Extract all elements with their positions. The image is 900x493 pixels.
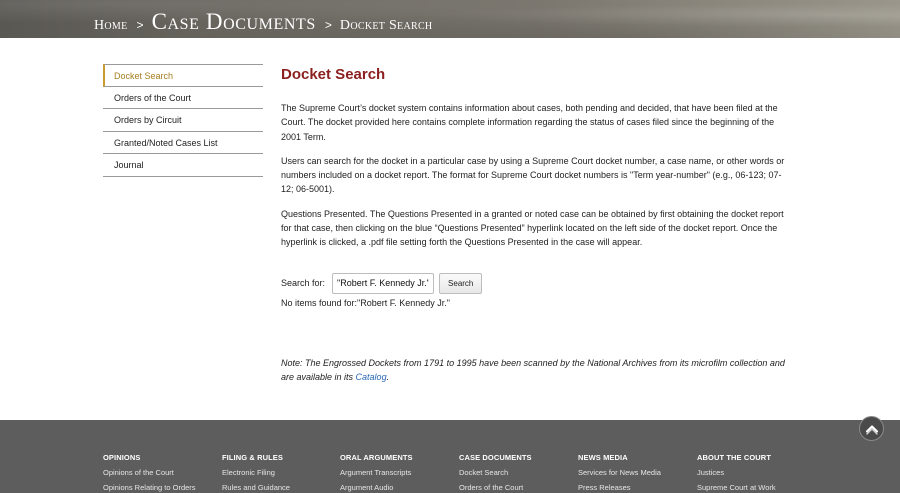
breadcrumb-current: Docket Search [339, 18, 433, 33]
sidebar-item-orders-of-the-court[interactable]: Orders of the Court [103, 87, 263, 109]
footer-heading[interactable]: ORAL ARGUMENTS [340, 453, 413, 462]
footer-column-about-the-court: ABOUT THE COURT Justices Supreme Court a… [697, 453, 776, 492]
catalog-link[interactable]: Catalog [356, 372, 387, 382]
footer-link[interactable]: Opinions of the Court [103, 468, 196, 477]
sidebar-nav: Docket Search Orders of the Court Orders… [103, 64, 263, 177]
footer-link[interactable]: Supreme Court at Work [697, 483, 776, 492]
questions-presented-paragraph: Questions Presented. The Questions Prese… [281, 208, 784, 248]
breadcrumb-separator: > [136, 18, 144, 32]
footer-link[interactable]: Opinions Relating to Orders [103, 483, 196, 492]
search-button[interactable]: Search [439, 272, 483, 294]
archives-note: Note: The Engrossed Dockets from 1791 to… [281, 356, 793, 385]
breadcrumb: Home > Case Documents > Docket Search [94, 9, 432, 35]
no-results-message: No items found for:"Robert F. Kennedy Jr… [281, 297, 450, 308]
footer-heading[interactable]: ABOUT THE COURT [697, 453, 776, 462]
footer-link[interactable]: Electronic Filing [222, 468, 290, 477]
sidebar-item-orders-by-circuit[interactable]: Orders by Circuit [103, 109, 263, 132]
search-form: Search for: Search [281, 272, 793, 294]
sidebar-item-docket-search[interactable]: Docket Search [103, 64, 263, 87]
footer-heading[interactable]: OPINIONS [103, 453, 196, 462]
footer-link[interactable]: Justices [697, 468, 776, 477]
footer-column-news-media: NEWS MEDIA Services for News Media Press… [578, 453, 661, 492]
back-to-top-button[interactable] [859, 416, 884, 441]
chevron-up-icon [865, 424, 878, 435]
footer-link[interactable]: Argument Audio [340, 483, 413, 492]
breadcrumb-home-link[interactable]: Home [94, 18, 128, 34]
search-label: Search for: [281, 278, 326, 289]
footer-heading[interactable]: NEWS MEDIA [578, 453, 661, 462]
archives-note-end: . [386, 371, 390, 382]
breadcrumb-separator: > [324, 18, 332, 32]
footer-link[interactable]: Services for News Media [578, 468, 661, 477]
page-title: Docket Search [281, 66, 386, 83]
footer-column-filing-rules: FILING & RULES Electronic Filing Rules a… [222, 453, 290, 492]
sidebar-item-journal[interactable]: Journal [103, 154, 263, 177]
footer-column-oral-arguments: ORAL ARGUMENTS Argument Transcripts Argu… [340, 453, 413, 492]
footer-column-opinions: OPINIONS Opinions of the Court Opinions … [103, 453, 196, 492]
footer-heading[interactable]: CASE DOCUMENTS [459, 453, 532, 462]
footer-link[interactable]: Orders of the Court [459, 483, 532, 492]
footer-heading[interactable]: FILING & RULES [222, 453, 290, 462]
intro-paragraph: The Supreme Court’s docket system contai… [281, 103, 778, 142]
footer-link[interactable]: Docket Search [459, 468, 532, 477]
site-footer: OPINIONS Opinions of the Court Opinions … [0, 420, 900, 493]
footer-link[interactable]: Press Releases [578, 483, 661, 492]
main-content: Docket Search The Supreme Court’s docket… [281, 64, 793, 384]
footer-column-case-documents: CASE DOCUMENTS Docket Search Orders of t… [459, 453, 532, 492]
breadcrumb-section-link[interactable]: Case Documents [152, 9, 316, 35]
footer-link[interactable]: Argument Transcripts [340, 468, 413, 477]
search-input[interactable] [332, 272, 435, 294]
footer-link[interactable]: Rules and Guidance [222, 483, 290, 492]
sidebar-item-granted-noted-cases[interactable]: Granted/Noted Cases List [103, 132, 263, 154]
usage-paragraph: Users can search for the docket in a par… [281, 155, 785, 195]
header-banner: Home > Case Documents > Docket Search [0, 0, 900, 38]
